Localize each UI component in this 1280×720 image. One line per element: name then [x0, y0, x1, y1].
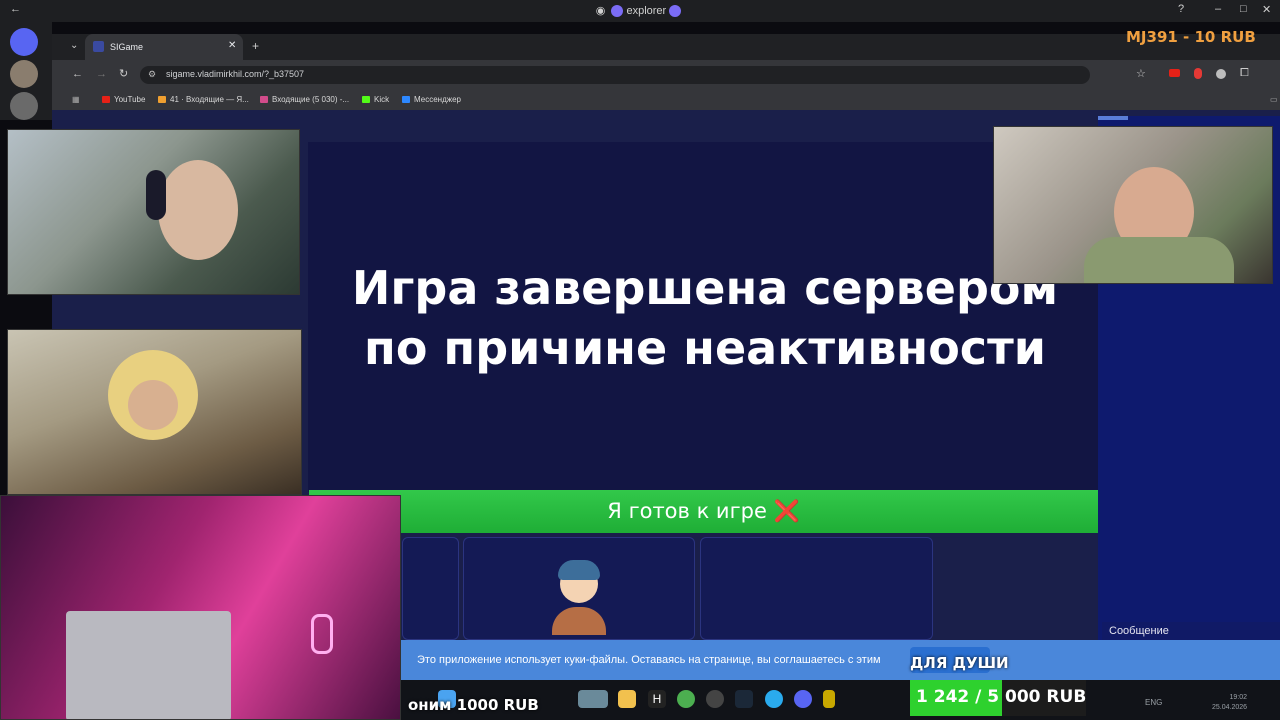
extensions-puzzle-icon[interactable]: ⧠ [1240, 67, 1249, 80]
tab-list-icon[interactable]: ⌄ [70, 40, 78, 51]
forward-icon[interactable]: → [96, 68, 107, 80]
ready-button[interactable]: Я готов к игре ❌ [309, 490, 1098, 533]
discord-icon[interactable] [10, 28, 38, 56]
game-end-message: Игра завершена сервером по причине неакт… [351, 261, 1059, 375]
kick-icon [362, 96, 370, 103]
favicon-icon [93, 41, 104, 52]
obs-icon[interactable] [706, 690, 724, 708]
steam-icon[interactable] [735, 690, 753, 708]
last-donation: MJ391 - 10 RUB [1126, 28, 1256, 46]
gmail-icon [260, 96, 268, 103]
webcam-feed [993, 126, 1273, 284]
system-tray: ENG [1145, 698, 1162, 707]
minimize-icon[interactable]: – [1215, 3, 1221, 15]
close-tab-icon[interactable]: ✕ [228, 40, 236, 51]
cookie-text: Это приложение использует куки-файлы. Ос… [417, 654, 881, 666]
tab-label: SIGame [110, 42, 144, 52]
extension-icon[interactable] [1216, 69, 1226, 79]
badge-icon [669, 5, 682, 18]
app-h-icon[interactable]: H [648, 690, 666, 708]
laptop [66, 611, 231, 719]
player-avatar-hair [558, 560, 600, 580]
clock[interactable]: 19:02 25.04.2026 [1212, 693, 1247, 713]
folder-icon[interactable]: ▭ [1270, 95, 1278, 104]
discord-taskbar-icon[interactable] [794, 690, 812, 708]
streamer-face [158, 160, 238, 260]
close-icon[interactable]: ✕ [1262, 3, 1271, 16]
player-card[interactable] [700, 537, 933, 640]
back-icon[interactable]: ← [72, 68, 83, 80]
window-title-bar: ◉ explorer ← ? – □ ✕ [0, 0, 1280, 22]
bookmarks-bar: ▦ YouTube 41 · Входящие — Я... Входящие … [52, 90, 1280, 110]
badge-icon [611, 5, 624, 18]
language-indicator[interactable]: ENG [1145, 698, 1162, 707]
chrome-icon[interactable] [677, 690, 695, 708]
neon-sign [311, 614, 333, 654]
apps-icon[interactable]: ▦ [72, 95, 80, 104]
server-avatar[interactable] [10, 60, 38, 88]
bookmark-messenger[interactable]: Мессенджер [402, 95, 461, 104]
clock-date: 25.04.2026 [1212, 704, 1248, 711]
headphones [146, 170, 166, 220]
server-avatar[interactable] [10, 92, 38, 120]
site-info-icon[interactable]: ⚙ [148, 69, 156, 80]
discord-rail [0, 22, 52, 120]
mail-icon [158, 96, 166, 103]
bookmark-yandex-mail[interactable]: 41 · Входящие — Я... [158, 95, 249, 104]
app-icon[interactable] [823, 690, 835, 708]
goal-progress: 1 242 / 5 000 RUB [916, 687, 1087, 707]
new-tab-icon[interactable]: + [252, 39, 259, 53]
donation-ticker: оним 1000 RUB [408, 696, 539, 714]
extension-icon[interactable] [1194, 68, 1202, 79]
address-bar[interactable]: ⚙ sigame.vladimirkhil.com/?_b37507 [140, 66, 1090, 84]
streamer-shirt [1084, 237, 1234, 283]
back-arrow-icon[interactable]: ← [10, 3, 21, 15]
url-text: sigame.vladimirkhil.com/?_b37507 [166, 69, 305, 79]
window-title-text: explorer [626, 5, 667, 17]
webcam-feed [7, 329, 302, 495]
webcam-feed [0, 495, 401, 720]
bookmark-youtube[interactable]: YouTube [102, 95, 145, 104]
webcam-feed [7, 129, 300, 295]
panel-accent [1098, 116, 1128, 120]
player-card[interactable] [402, 537, 459, 640]
bookmark-kick[interactable]: Kick [362, 95, 389, 104]
app-icon: ◉ [595, 5, 606, 17]
clock-time: 19:02 [1229, 694, 1248, 701]
messenger-icon [402, 96, 410, 103]
star-icon[interactable]: ☆ [1136, 67, 1146, 80]
goal-title: ДЛЯ ДУШИ [910, 654, 1009, 672]
help-icon[interactable]: ? [1178, 3, 1184, 15]
message-label[interactable]: Сообщение [1102, 622, 1280, 640]
reload-icon[interactable]: ↻ [119, 67, 128, 80]
bookmark-gmail[interactable]: Входящие (5 030) -... [260, 95, 349, 104]
telegram-icon[interactable] [765, 690, 783, 708]
youtube-extension-icon[interactable] [1169, 69, 1180, 77]
app-icon[interactable] [578, 690, 608, 708]
cookie-notice: Это приложение использует куки-файлы. Ос… [401, 640, 1280, 680]
streamer-face [128, 380, 178, 430]
tab-sigame[interactable]: SIGame ✕ [85, 34, 243, 60]
explorer-icon[interactable] [618, 690, 636, 708]
maximize-icon[interactable]: □ [1240, 3, 1247, 15]
youtube-icon [102, 96, 110, 103]
window-title: ◉ explorer [0, 4, 1280, 18]
